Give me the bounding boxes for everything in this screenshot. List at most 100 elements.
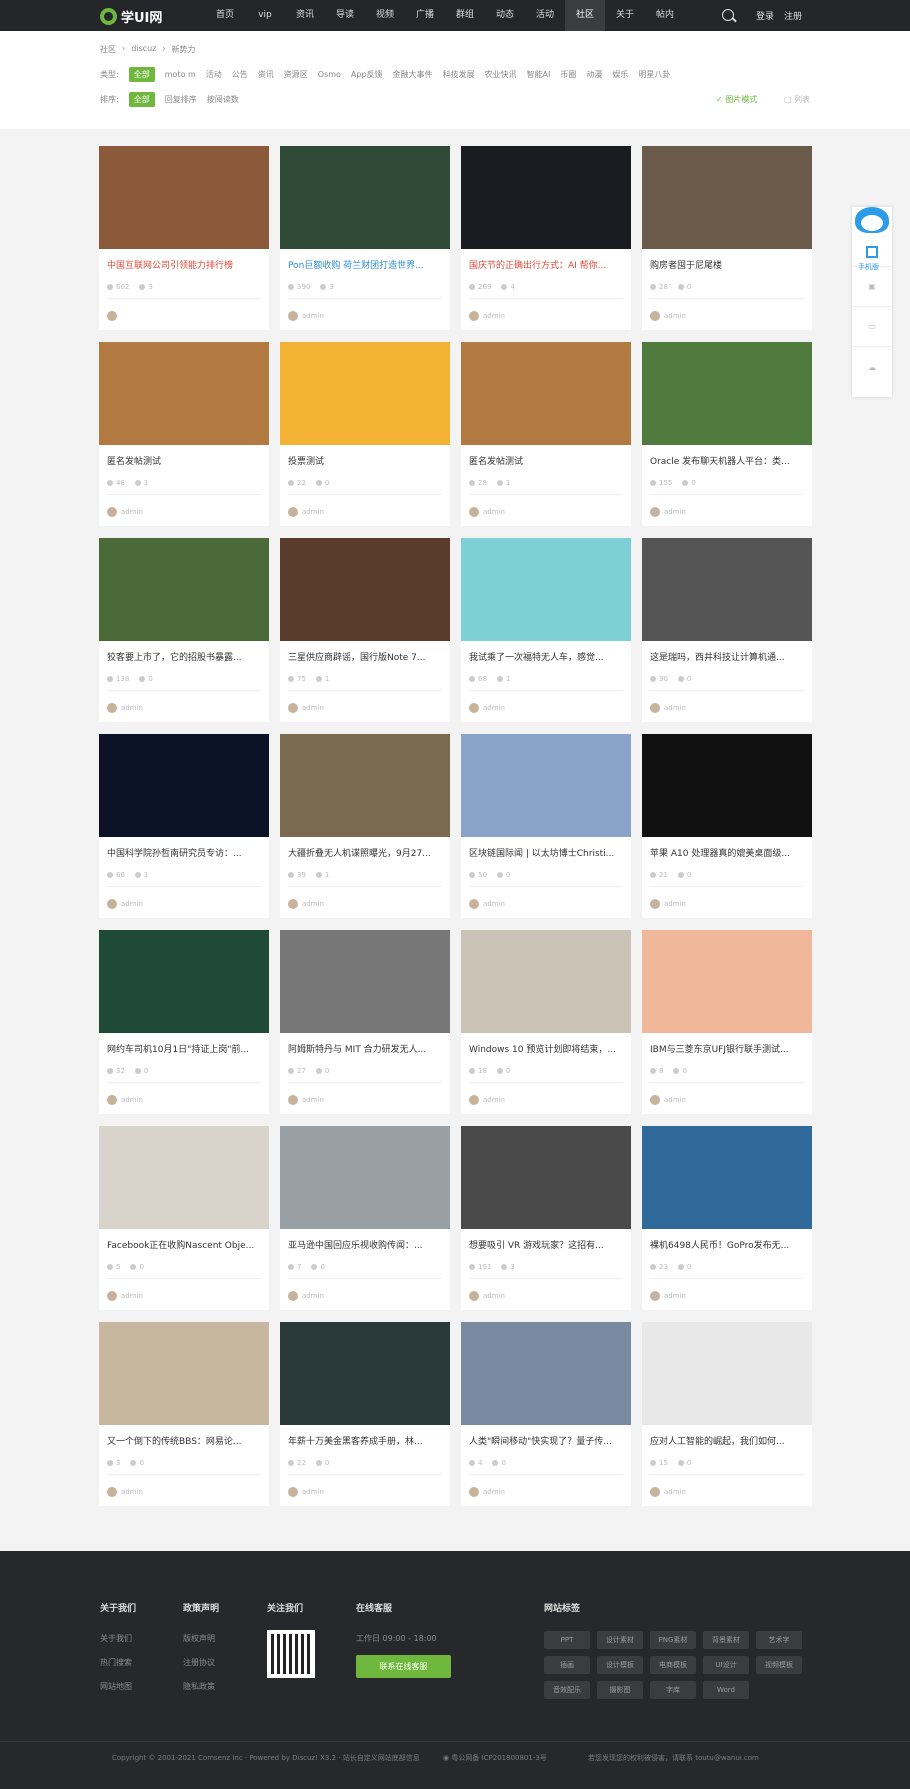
nav-item-news[interactable]: 资讯 <box>285 0 325 31</box>
footer-link[interactable]: 注册协议 <box>183 1657 215 1668</box>
thread-card[interactable]: 三星供应商辟谣，国行版Note 7... 75 1 admin <box>280 538 450 722</box>
type-filter-chip[interactable]: 公告 <box>232 69 248 80</box>
thread-title[interactable]: 人类"瞬间移动"快实现了？量子传... <box>469 1434 625 1447</box>
thread-author[interactable]: admin <box>288 1095 324 1105</box>
login-link[interactable]: 登录 <box>756 9 774 22</box>
thread-thumbnail[interactable] <box>642 146 812 249</box>
thread-thumbnail[interactable] <box>99 734 269 837</box>
thread-thumbnail[interactable] <box>99 930 269 1033</box>
thread-author[interactable]: admin <box>288 507 324 517</box>
sort-filter-chip[interactable]: 回复排序 <box>165 94 197 105</box>
thread-title[interactable]: 中国科学院孙哲南研究员专访：... <box>107 846 263 859</box>
thread-title[interactable]: 想要吸引 VR 游戏玩家？这招有... <box>469 1238 625 1251</box>
thread-title[interactable]: Pon巨额收购 荷兰财团打造世界... <box>288 258 444 271</box>
thread-card[interactable]: 中国科学院孙哲南研究员专访：... 66 1 admin <box>99 734 269 918</box>
search-icon[interactable] <box>722 9 734 21</box>
thread-thumbnail[interactable] <box>461 930 631 1033</box>
thread-author[interactable]: admin <box>650 1291 686 1301</box>
thread-card[interactable]: 人类"瞬间移动"快实现了？量子传... 4 0 admin <box>461 1322 631 1506</box>
thread-card[interactable]: 裸机6498人民币！GoPro发布无... 23 0 admin <box>642 1126 812 1310</box>
thread-thumbnail[interactable] <box>642 1322 812 1425</box>
thread-author[interactable]: admin <box>650 1095 686 1105</box>
thread-author[interactable]: admin <box>107 507 143 517</box>
site-tag[interactable]: 摄影图 <box>597 1681 643 1699</box>
thread-author[interactable]: admin <box>469 899 505 909</box>
thread-card[interactable]: 区块链国际闻 | 以太坊博士Christi... 50 0 admin <box>461 734 631 918</box>
thread-author[interactable]: admin <box>107 703 143 713</box>
site-tag[interactable]: 视频模板 <box>756 1656 802 1674</box>
thread-thumbnail[interactable] <box>99 146 269 249</box>
thread-card[interactable]: Windows 10 预览计划即将结束，... 18 0 admin <box>461 930 631 1114</box>
type-filter-chip[interactable]: 金融大事件 <box>393 69 433 80</box>
thread-author[interactable]: admin <box>469 1487 505 1497</box>
nav-item-events[interactable]: 活动 <box>525 0 565 31</box>
thread-author[interactable] <box>107 311 121 321</box>
thread-author[interactable]: admin <box>469 1291 505 1301</box>
nav-item-about[interactable]: 关于 <box>605 0 645 31</box>
thread-card[interactable]: IBM与三菱东京UFJ银行联手测试... 8 0 admin <box>642 930 812 1114</box>
footer-link[interactable]: 隐私政策 <box>183 1681 215 1692</box>
site-tag[interactable]: 电商模板 <box>650 1656 696 1674</box>
thread-author[interactable]: admin <box>107 1095 143 1105</box>
thread-thumbnail[interactable] <box>642 538 812 641</box>
type-filter-chip[interactable]: 明星八卦 <box>638 69 670 80</box>
thread-title[interactable]: 投票测试 <box>288 454 444 467</box>
sort-filter-chip[interactable]: 全部 <box>128 92 155 107</box>
thread-title[interactable]: 应对人工智能的崛起，我们如何... <box>650 1434 806 1447</box>
thread-thumbnail[interactable] <box>461 1126 631 1229</box>
thread-title[interactable]: 大疆折叠无人机谍照曝光，9月27... <box>288 846 444 859</box>
site-tag[interactable]: 字库 <box>650 1681 696 1699</box>
thread-card[interactable]: 亚马逊中国回应乐视收购传闻：... 7 0 admin <box>280 1126 450 1310</box>
thread-card[interactable]: 年薪十万美金黑客养成手册，林... 22 0 admin <box>280 1322 450 1506</box>
thread-thumbnail[interactable] <box>461 538 631 641</box>
thread-title[interactable]: Windows 10 预览计划即将结束，... <box>469 1042 625 1055</box>
thread-title[interactable]: 亚马逊中国回应乐视收购传闻：... <box>288 1238 444 1251</box>
thread-author[interactable]: admin <box>469 311 505 321</box>
footer-link[interactable]: 网站地图 <box>100 1681 132 1692</box>
type-filter-chip[interactable]: moto m <box>165 70 196 79</box>
thread-card[interactable]: 中国互联网公司引领能力排行榜 602 3 <box>99 146 269 330</box>
type-filter-chip[interactable]: 活动 <box>206 69 222 80</box>
thread-title[interactable]: Facebook正在收购Nascent Obje... <box>107 1238 263 1251</box>
thread-thumbnail[interactable] <box>280 1322 450 1425</box>
image-mode-toggle[interactable]: ✓ 图片模式 <box>716 94 757 105</box>
thread-thumbnail[interactable] <box>642 734 812 837</box>
thread-title[interactable]: 又一个倒下的传统BBS：网易论... <box>107 1434 263 1447</box>
thread-author[interactable]: admin <box>107 1487 143 1497</box>
thread-card[interactable]: Facebook正在收购Nascent Obje... 5 0 admin <box>99 1126 269 1310</box>
type-filter-chip[interactable]: 币圈 <box>560 69 576 80</box>
thread-title[interactable]: 苹果 A10 处理器真的媲美桌面级... <box>650 846 806 859</box>
thread-author[interactable]: admin <box>288 899 324 909</box>
thread-card[interactable]: 这是瑞吗，西井科技让计算机通... 30 0 admin <box>642 538 812 722</box>
thread-thumbnail[interactable] <box>280 930 450 1033</box>
thread-author[interactable]: admin <box>288 1291 324 1301</box>
thread-title[interactable]: 阿姆斯特丹与 MIT 合力研发无人... <box>288 1042 444 1055</box>
site-tag[interactable]: UI设计 <box>703 1656 749 1674</box>
nav-item-community[interactable]: 社区 <box>565 0 605 31</box>
site-logo[interactable]: 学UI网 <box>100 6 162 26</box>
type-filter-chip[interactable]: 全部 <box>128 67 155 82</box>
thread-author[interactable]: admin <box>288 311 324 321</box>
thread-thumbnail[interactable] <box>280 1126 450 1229</box>
thread-author[interactable]: admin <box>650 507 686 517</box>
thread-card[interactable]: 购房者囤于尼尾楼 28 0 admin <box>642 146 812 330</box>
thread-author[interactable]: admin <box>107 899 143 909</box>
type-filter-chip[interactable]: 科技发展 <box>443 69 475 80</box>
site-tag[interactable]: PNG素材 <box>650 1631 696 1649</box>
type-filter-chip[interactable]: Osmo <box>318 70 341 79</box>
sort-filter-chip[interactable]: 按阅读数 <box>207 94 239 105</box>
site-tag[interactable]: PPT <box>544 1631 590 1649</box>
thread-title[interactable]: 中国互联网公司引领能力排行榜 <box>107 258 263 271</box>
contact-service-button[interactable]: 联系在线客服 <box>356 1655 451 1678</box>
thread-card[interactable]: 匿名发帖测试 28 1 admin <box>461 342 631 526</box>
type-filter-chip[interactable]: 娱乐 <box>612 69 628 80</box>
thread-title[interactable]: 这是瑞吗，西井科技让计算机通... <box>650 650 806 663</box>
site-tag[interactable]: 艺术字 <box>756 1631 802 1649</box>
site-tag[interactable]: 背景素材 <box>703 1631 749 1649</box>
thread-title[interactable]: IBM与三菱东京UFJ银行联手测试... <box>650 1042 806 1055</box>
comment-icon[interactable]: ▭ <box>852 307 892 347</box>
type-filter-chip[interactable]: 资讯 <box>258 69 274 80</box>
site-tag[interactable]: 设计素材 <box>597 1631 643 1649</box>
thread-title[interactable]: Oracle 发布聊天机器人平台：类... <box>650 454 806 467</box>
type-filter-chip[interactable]: App反馈 <box>351 69 383 80</box>
